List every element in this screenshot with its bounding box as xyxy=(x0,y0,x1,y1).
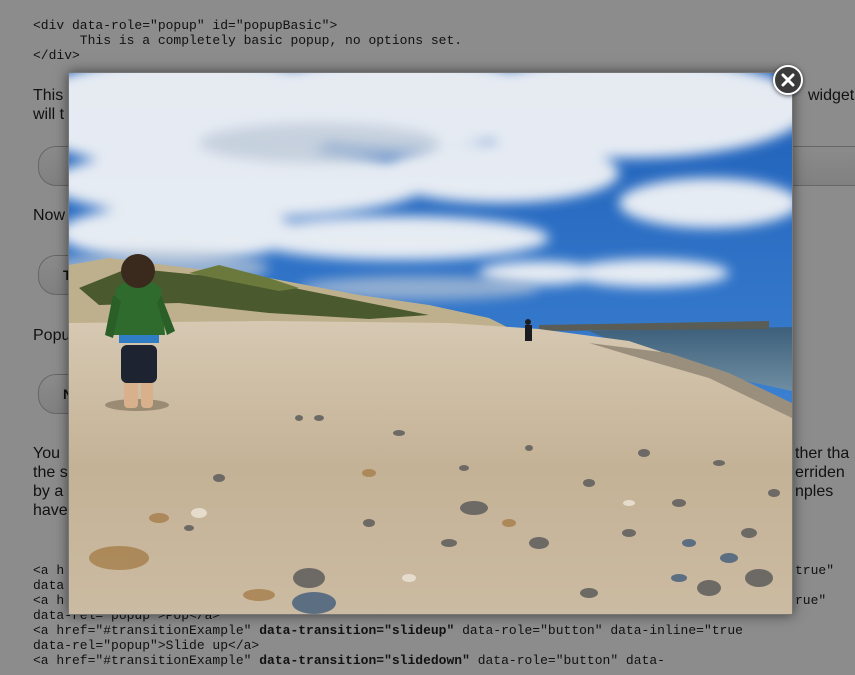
beach-photo xyxy=(69,73,792,614)
distant-person xyxy=(525,319,532,341)
photo-popup xyxy=(68,72,793,615)
close-icon xyxy=(781,73,795,87)
close-popup-button[interactable] xyxy=(773,65,803,95)
